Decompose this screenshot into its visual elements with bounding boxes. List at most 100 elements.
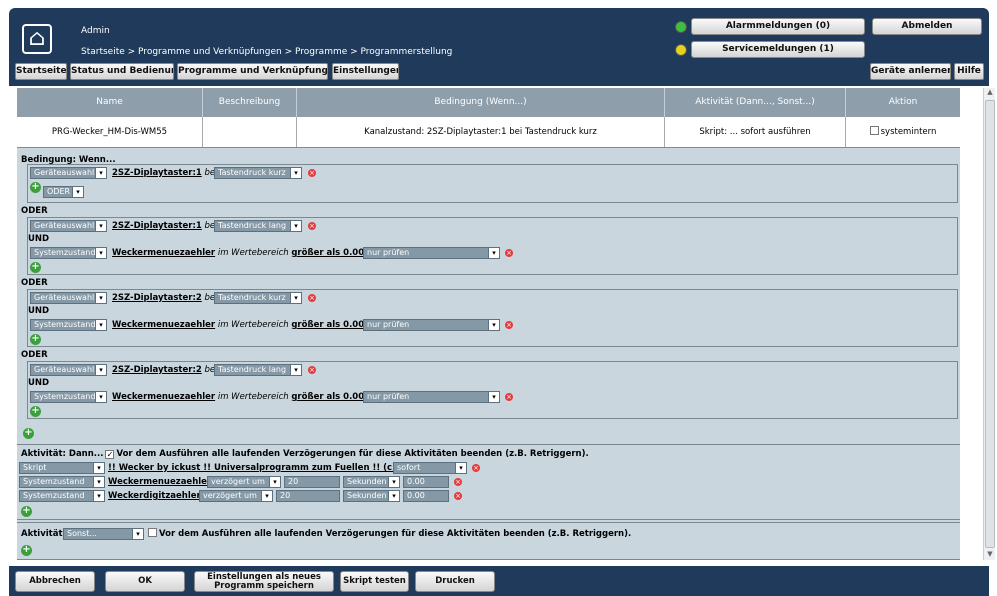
chevron-down-icon: ▾ — [95, 168, 106, 178]
help-button[interactable]: Hilfe — [954, 63, 984, 80]
check-select-value: nur prüfen — [367, 248, 410, 257]
timing-select[interactable]: verzögert um ▾ — [207, 476, 281, 488]
device-link[interactable]: 2SZ-Diplaytaster:1 — [112, 168, 202, 178]
device-select[interactable]: Geräteauswahl ▾ — [30, 364, 107, 376]
program-name[interactable]: PRG-Wecker_HM-Dis-WM55 — [17, 117, 203, 147]
add-icon[interactable]: + — [30, 334, 41, 345]
add-icon[interactable]: + — [30, 182, 41, 193]
timing-select[interactable]: sofort ▾ — [393, 462, 467, 474]
delete-icon[interactable]: × — [308, 222, 316, 230]
delete-icon[interactable]: × — [505, 321, 513, 329]
chevron-down-icon: ▾ — [95, 365, 106, 375]
value-input[interactable]: 0.00 — [403, 476, 449, 488]
delete-icon[interactable]: × — [505, 393, 513, 401]
script-link-text[interactable]: !! Wecker by ickust !! Universalprogramm… — [108, 463, 409, 473]
else-select[interactable]: Sonst... ▾ — [63, 528, 144, 540]
delete-icon[interactable]: × — [308, 294, 316, 302]
program-description[interactable] — [203, 117, 297, 147]
service-messages-button[interactable]: Servicemeldungen (1) — [691, 41, 865, 58]
else-retrigger: Vor dem Ausführen alle laufenden Verzöge… — [148, 528, 631, 540]
range-link[interactable]: größer als 0.00 — [291, 248, 364, 258]
sysvar-link[interactable]: Weckermenuezaehler — [112, 248, 215, 258]
nav-home[interactable]: Startseite — [15, 63, 67, 80]
activity-type-select[interactable]: Skript ▾ — [19, 462, 105, 474]
sysvar-link[interactable]: Weckermenuezaehler — [112, 320, 215, 330]
add-icon[interactable]: + — [30, 262, 41, 273]
col-action: Aktion — [888, 97, 918, 107]
script-link[interactable]: !! Wecker by ickust !! Universalprogramm… — [108, 462, 409, 474]
sysvar-select[interactable]: Systemzustand ▾ — [30, 391, 107, 403]
delete-icon[interactable]: × — [472, 464, 480, 472]
vertical-scrollbar[interactable]: ▲ ▼ — [983, 88, 995, 560]
or-select[interactable]: ODER ▾ — [43, 186, 84, 198]
add-icon[interactable]: + — [30, 406, 41, 417]
sysvar-link[interactable]: Weckermenuezaehler — [112, 392, 215, 402]
ok-button[interactable]: OK — [105, 571, 185, 592]
sysvar-select[interactable]: Systemzustand ▾ — [30, 247, 107, 259]
chevron-down-icon: ▾ — [488, 320, 499, 330]
systemintern-option[interactable]: systemintern — [846, 117, 960, 147]
logout-button[interactable]: Abmelden — [872, 18, 982, 35]
check-select[interactable]: nur prüfen ▾ — [363, 391, 500, 403]
add-else-activity-icon[interactable]: + — [21, 545, 32, 556]
delete-icon[interactable]: × — [454, 492, 462, 500]
device-link[interactable]: 2SZ-Diplaytaster:2 — [112, 293, 202, 303]
range-link[interactable]: größer als 0.00 — [291, 320, 364, 330]
print-button[interactable]: Drucken — [415, 571, 495, 592]
event-select[interactable]: Tastendruck lang ▾ — [214, 364, 302, 376]
else-retrigger-checkbox[interactable] — [148, 528, 157, 537]
delete-icon[interactable]: × — [308, 366, 316, 374]
sysvar-link[interactable]: Weckermenuezaehler — [108, 476, 211, 488]
chevron-down-icon: ▾ — [388, 477, 399, 487]
nav-settings[interactable]: Einstellungen — [332, 63, 399, 80]
sysvar-link-text[interactable]: Weckerdigitzaehler — [108, 491, 201, 501]
sysvar-link[interactable]: Weckerdigitzaehler — [108, 490, 201, 502]
retrigger-checkbox[interactable]: ✓ — [105, 450, 115, 459]
alarm-status-icon — [675, 21, 687, 33]
check-select[interactable]: nur prüfen ▾ — [363, 319, 500, 331]
systemintern-checkbox[interactable] — [869, 126, 879, 135]
device-link[interactable]: 2SZ-Diplaytaster:2 — [112, 365, 202, 375]
delete-icon[interactable]: × — [505, 249, 513, 257]
device-link[interactable]: 2SZ-Diplaytaster:1 — [112, 221, 202, 231]
event-select[interactable]: Tastendruck kurz ▾ — [214, 167, 302, 179]
scroll-thumb[interactable] — [985, 100, 995, 548]
delay-input[interactable]: 20 — [284, 476, 340, 488]
sysvar-select[interactable]: Systemzustand ▾ — [30, 319, 107, 331]
nav-status[interactable]: Status und Bedienung — [70, 63, 174, 80]
delete-icon[interactable]: × — [454, 478, 462, 486]
cancel-button[interactable]: Abbrechen — [15, 571, 95, 592]
scroll-up-icon[interactable]: ▲ — [985, 88, 995, 98]
device-select[interactable]: Geräteauswahl ▾ — [30, 292, 107, 304]
add-condition-icon[interactable]: + — [23, 428, 34, 439]
delay-input[interactable]: 20 — [276, 490, 340, 502]
sysvar-link-text[interactable]: Weckermenuezaehler — [108, 477, 211, 487]
event-select[interactable]: Tastendruck lang ▾ — [214, 220, 302, 232]
nav-programs[interactable]: Programme und Verknüpfungen — [177, 63, 328, 80]
event-select-value: Tastendruck lang — [218, 365, 287, 374]
delete-icon[interactable]: × — [308, 169, 316, 177]
device-line: 2SZ-Diplaytaster:1 bei — [112, 167, 217, 179]
add-activity-icon[interactable]: + — [21, 506, 32, 517]
check-select[interactable]: nur prüfen ▾ — [363, 247, 500, 259]
device-select[interactable]: Geräteauswahl ▾ — [30, 167, 107, 179]
devices-pairing-button[interactable]: Geräte anlernen — [870, 63, 951, 80]
program-activity: Skript: ... sofort ausführen — [665, 117, 846, 147]
else-select-value: Sonst... — [67, 529, 97, 538]
device-select[interactable]: Geräteauswahl ▾ — [30, 220, 107, 232]
value-input[interactable]: 0.00 — [403, 490, 449, 502]
timing-select[interactable]: verzögert um ▾ — [199, 490, 273, 502]
activity-type-select[interactable]: Systemzustand ▾ — [19, 476, 105, 488]
event-select[interactable]: Tastendruck kurz ▾ — [214, 292, 302, 304]
save-as-new-line2: Programm speichern — [214, 581, 314, 591]
col-condition: Bedingung (Wenn...) — [297, 88, 665, 117]
activity-type-select[interactable]: Systemzustand ▾ — [19, 490, 105, 502]
test-script-button[interactable]: Skript testen — [340, 571, 409, 592]
unit-select[interactable]: Sekunden ▾ — [343, 490, 400, 502]
save-as-new-button[interactable]: Einstellungen als neues Programm speicher… — [194, 571, 334, 592]
unit-select[interactable]: Sekunden ▾ — [343, 476, 400, 488]
scroll-down-icon[interactable]: ▼ — [985, 550, 995, 560]
alarm-messages-button[interactable]: Alarmmeldungen (0) — [691, 18, 865, 35]
or-label: ODER — [21, 350, 48, 360]
range-link[interactable]: größer als 0.00 — [291, 392, 364, 402]
